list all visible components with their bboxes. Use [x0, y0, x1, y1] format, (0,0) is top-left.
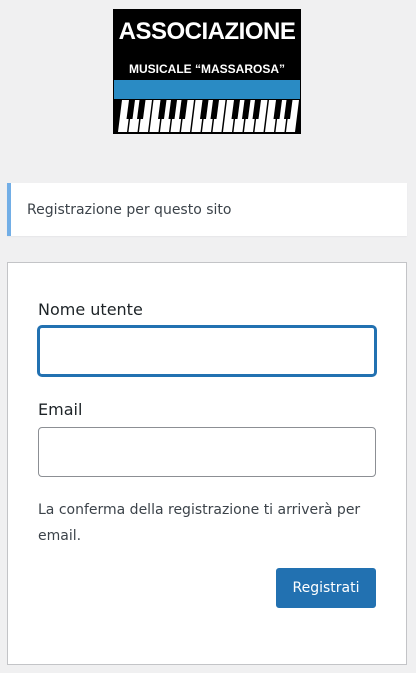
username-label: Nome utente: [38, 300, 143, 319]
logo-blue-band: [114, 80, 300, 99]
email-label: Email: [38, 400, 83, 419]
registration-form: Nome utente Email La conferma della regi…: [7, 262, 407, 665]
register-button[interactable]: Registrati: [276, 568, 376, 608]
username-input[interactable]: [38, 326, 376, 376]
logo-title: ASSOCIAZIONE: [118, 18, 296, 45]
logo-subtitle: MUSICALE “MASSAROSA”: [128, 62, 285, 76]
notice-message: Registrazione per questo sito: [27, 202, 232, 218]
site-logo[interactable]: ASSOCIAZIONE MUSICALE “MASSAROSA”: [113, 9, 301, 134]
piano-keys-icon: [114, 99, 300, 133]
registration-notice: Registrazione per questo sito: [7, 183, 407, 236]
confirmation-note: La conferma della registrazione ti arriv…: [38, 502, 361, 544]
email-input[interactable]: [38, 427, 376, 477]
